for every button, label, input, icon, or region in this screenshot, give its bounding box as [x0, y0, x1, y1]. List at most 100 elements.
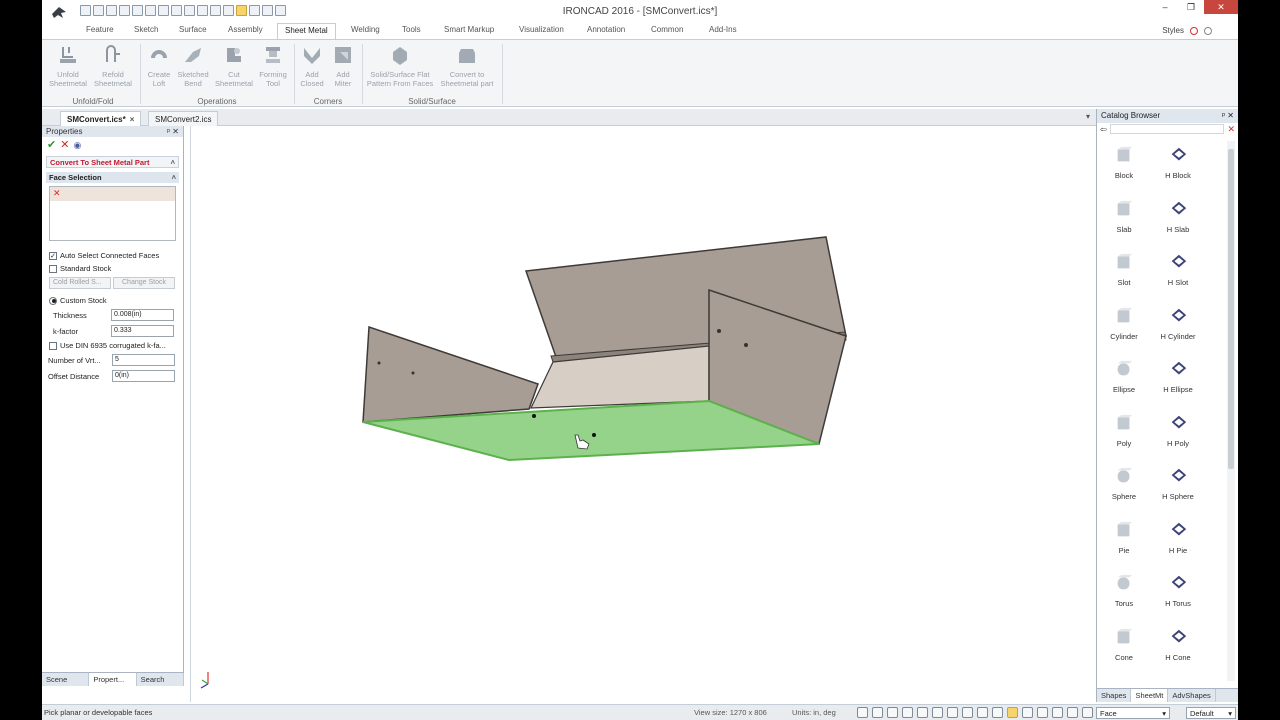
help-icon[interactable]: [1190, 26, 1198, 35]
minimize-button[interactable]: –: [1152, 0, 1178, 14]
convert-section-header[interactable]: Convert To Sheet Metal Part ˄: [46, 156, 179, 168]
catalog-slot[interactable]: Slot: [1099, 252, 1149, 287]
measure-icon[interactable]: [1082, 707, 1093, 718]
kfactor-field[interactable]: 0.333: [111, 325, 174, 337]
custom-stock-radio-row[interactable]: Custom Stock: [42, 294, 183, 307]
auto-select-checkbox[interactable]: ✓: [49, 251, 57, 260]
catalog-cylinder[interactable]: Cylinder: [1099, 306, 1149, 341]
create-loft-button[interactable]: Create Loft: [142, 44, 176, 88]
sheet-metal-model[interactable]: [191, 126, 1097, 702]
fit-view-icon[interactable]: [902, 707, 913, 718]
close-button[interactable]: ✕: [1204, 0, 1238, 14]
tab-properties[interactable]: Propert...: [89, 673, 137, 686]
collapse-icon[interactable]: ˄: [172, 173, 176, 182]
catalog-search-input[interactable]: [1109, 124, 1225, 134]
view-front-icon[interactable]: [932, 707, 943, 718]
face-selection-list[interactable]: ✕: [49, 186, 176, 241]
select-part-icon[interactable]: [1022, 707, 1033, 718]
catalog-scrollbar[interactable]: [1227, 141, 1235, 681]
catalog-h-torus[interactable]: H Torus: [1153, 573, 1203, 608]
doc-tab-smconvert2[interactable]: SMConvert2.ics: [148, 111, 219, 126]
tab-smart-markup[interactable]: Smart Markup: [444, 25, 494, 34]
unfold-sheetmetal-button[interactable]: Unfold Sheetmetal: [48, 44, 88, 88]
doc-tab-smconvert[interactable]: SMConvert.ics* ×: [60, 111, 142, 126]
vertices-field[interactable]: 5: [112, 354, 175, 366]
stock-type-dropdown[interactable]: Cold Rolled S...: [49, 277, 111, 289]
tab-sheetmt[interactable]: SheetMt: [1131, 689, 1169, 702]
display-mode-dropdown[interactable]: Default ▾: [1186, 707, 1236, 719]
convert-to-sheetmetal-button[interactable]: Convert to Sheetmetal part: [434, 44, 500, 88]
tab-scene[interactable]: Scene: [42, 673, 90, 686]
cancel-x-icon[interactable]: ✕: [60, 139, 69, 151]
catalog-h-slot[interactable]: H Slot: [1153, 252, 1203, 287]
standard-stock-checkbox[interactable]: [49, 264, 57, 273]
catalog-h-cylinder[interactable]: H Cylinder: [1153, 306, 1203, 341]
camera-icon[interactable]: [962, 707, 973, 718]
3d-viewport[interactable]: [190, 126, 1096, 702]
collapse-icon[interactable]: ˄: [171, 158, 175, 167]
flat-pattern-button[interactable]: Solid/Surface Flat Pattern From Faces: [364, 44, 436, 88]
catalog-h-poly[interactable]: H Poly: [1153, 413, 1203, 448]
tab-sketch[interactable]: Sketch: [134, 25, 158, 34]
refold-sheetmetal-button[interactable]: Refold Sheetmetal: [92, 44, 134, 88]
tab-assembly[interactable]: Assembly: [228, 25, 263, 34]
catalog-h-block[interactable]: H Block: [1153, 145, 1203, 180]
catalog-pie[interactable]: Pie: [1099, 520, 1149, 555]
orbit-icon[interactable]: [887, 707, 898, 718]
tab-annotation[interactable]: Annotation: [587, 25, 625, 34]
catalog-block[interactable]: Block: [1099, 145, 1149, 180]
tab-sheet-metal[interactable]: Sheet Metal: [277, 23, 336, 39]
restore-button[interactable]: ❐: [1178, 0, 1204, 14]
catalog-h-slab[interactable]: H Slab: [1153, 199, 1203, 234]
tab-shapes[interactable]: Shapes: [1097, 689, 1132, 702]
catalog-h-cone[interactable]: H Cone: [1153, 627, 1203, 662]
tab-search[interactable]: Search: [137, 673, 184, 686]
tab-add-ins[interactable]: Add-Ins: [709, 25, 737, 34]
catalog-sphere[interactable]: Sphere: [1099, 466, 1149, 501]
tab-surface[interactable]: Surface: [179, 25, 207, 34]
wireframe-icon[interactable]: [992, 707, 1003, 718]
options-icon[interactable]: [1204, 26, 1212, 35]
scrollbar-thumb[interactable]: [1228, 149, 1234, 469]
catalog-cone[interactable]: Cone: [1099, 627, 1149, 662]
select-edge-icon[interactable]: [1052, 707, 1063, 718]
tab-common[interactable]: Common: [651, 25, 683, 34]
clear-search-icon[interactable]: ✕: [1227, 124, 1235, 135]
back-arrow-icon[interactable]: ⇦: [1100, 125, 1107, 134]
face-selection-header[interactable]: Face Selection ˄: [46, 172, 179, 183]
catalog-slab[interactable]: Slab: [1099, 199, 1149, 234]
select-face-icon[interactable]: [1037, 707, 1048, 718]
catalog-ellipse[interactable]: Ellipse: [1099, 359, 1149, 394]
standard-stock-checkbox-row[interactable]: Standard Stock: [42, 262, 183, 275]
tab-advshapes[interactable]: AdvShapes: [1168, 689, 1216, 702]
din-checkbox[interactable]: [49, 341, 57, 350]
add-miter-button[interactable]: Add Miter: [328, 44, 358, 88]
selection-filter-dropdown[interactable]: Face ▾: [1096, 707, 1170, 719]
catalog-h-pie[interactable]: H Pie: [1153, 520, 1203, 555]
tab-list-dropdown-icon[interactable]: ▾: [1086, 112, 1090, 121]
auto-select-checkbox-row[interactable]: ✓ Auto Select Connected Faces: [42, 249, 183, 262]
ok-check-icon[interactable]: ✔: [47, 139, 56, 151]
close-tab-icon[interactable]: ×: [130, 115, 135, 124]
panel-pin-close-icon[interactable]: ᵖ ✕: [167, 127, 179, 136]
zoom-icon[interactable]: [857, 707, 868, 718]
catalog-torus[interactable]: Torus: [1099, 573, 1149, 608]
catalog-h-sphere[interactable]: H Sphere: [1153, 466, 1203, 501]
offset-field[interactable]: 0(in): [112, 370, 175, 382]
styles-menu[interactable]: Styles: [1162, 26, 1184, 35]
pan-icon[interactable]: [872, 707, 883, 718]
sketched-bend-button[interactable]: Sketched Bend: [174, 44, 212, 88]
preview-icon[interactable]: ◉: [73, 140, 81, 151]
remove-face-icon[interactable]: ✕: [53, 188, 61, 198]
tab-visualization[interactable]: Visualization: [519, 25, 564, 34]
din-checkbox-row[interactable]: Use DIN 6935 corrugated k-fa...: [42, 339, 183, 352]
select-vertex-icon[interactable]: [1067, 707, 1078, 718]
tab-welding[interactable]: Welding: [351, 25, 380, 34]
view-iso-icon[interactable]: [947, 707, 958, 718]
left-flange-face[interactable]: [362, 325, 539, 423]
look-at-icon[interactable]: [917, 707, 928, 718]
change-stock-button[interactable]: Change Stock: [113, 277, 175, 289]
thickness-field[interactable]: 0.008(in): [111, 309, 174, 321]
selection-mode-icon[interactable]: [1007, 707, 1018, 718]
forming-tool-button[interactable]: Forming Tool: [256, 44, 290, 88]
